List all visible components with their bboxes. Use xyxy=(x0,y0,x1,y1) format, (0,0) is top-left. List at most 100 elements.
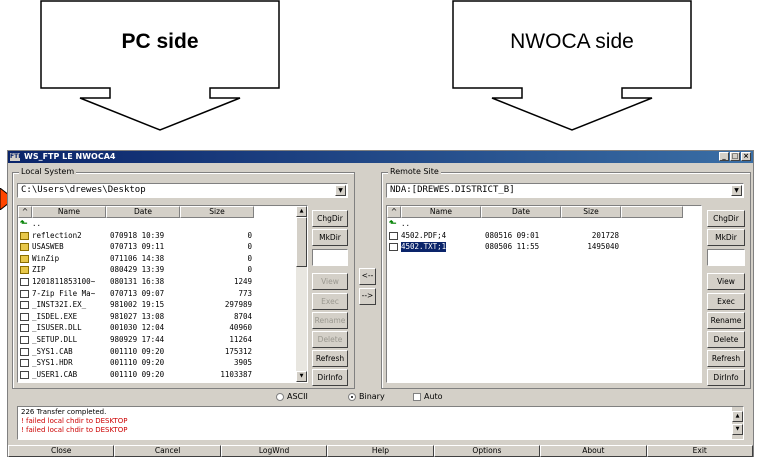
file-date: 070713 09:07 xyxy=(110,288,165,298)
minimize-button[interactable]: _ xyxy=(719,152,729,161)
file-row[interactable]: ⬑.. xyxy=(18,219,296,229)
log-line: 226 Transfer completed. xyxy=(21,408,107,416)
folder-icon xyxy=(20,266,29,275)
help-button[interactable]: Help xyxy=(327,445,434,457)
scroll-down-icon[interactable]: ▼ xyxy=(296,371,307,382)
local-refresh-button[interactable]: Refresh xyxy=(312,350,348,367)
file-name: 4502.TXT;1 xyxy=(401,242,447,253)
chevron-down-icon[interactable]: ▼ xyxy=(731,185,742,196)
file-icon xyxy=(20,324,29,333)
local-exec-button[interactable]: Exec xyxy=(312,293,348,310)
scroll-thumb[interactable] xyxy=(296,217,307,267)
file-row[interactable]: WinZip 071106 14:38 0 xyxy=(18,254,296,264)
file-size: 1249 xyxy=(233,277,252,286)
ws-ftp-window: FTP WS_FTP LE NWOCA4 _ □ × Local System … xyxy=(7,150,754,457)
file-row[interactable]: _INST32I.EX_ 981002 19:15 297989 xyxy=(18,300,296,310)
close-window-button[interactable]: × xyxy=(741,152,751,161)
column-header-sort[interactable]: ^ xyxy=(18,206,32,218)
file-date: 070918 10:39 xyxy=(110,230,165,240)
file-name: .. xyxy=(32,219,42,228)
nwoca-side-label: NWOCA side xyxy=(510,30,634,53)
local-view-button[interactable]: View xyxy=(312,273,348,290)
transfer-to-remote-button[interactable]: --> xyxy=(359,288,376,305)
auto-checkbox[interactable]: Auto xyxy=(413,392,443,401)
remote-mkdir-button[interactable]: MkDir xyxy=(707,229,745,246)
column-header-name[interactable]: Name xyxy=(401,206,481,218)
file-size: 3905 xyxy=(233,358,252,368)
scroll-up-icon[interactable]: ▲ xyxy=(296,206,307,217)
file-row[interactable]: reflection2 070918 10:39 0 xyxy=(18,231,296,241)
file-icon xyxy=(20,347,29,356)
file-row[interactable]: _SETUP.DLL 980929 17:44 11264 xyxy=(18,335,296,345)
transfer-to-local-button[interactable]: <-- xyxy=(359,268,376,285)
file-date: 981002 19:15 xyxy=(110,300,165,310)
remote-view-button[interactable]: View xyxy=(707,273,745,290)
log-line: ! failed local chdir to DESKTOP xyxy=(21,426,128,434)
binary-radio[interactable]: Binary xyxy=(348,392,385,401)
local-scrollbar[interactable]: ▲ ▼ xyxy=(296,206,307,382)
remote-filter-field[interactable] xyxy=(707,249,745,266)
column-header-size[interactable]: Size xyxy=(561,206,621,218)
local-chgdir-button[interactable]: ChgDir xyxy=(312,210,348,227)
down-arrow-callout-shape xyxy=(40,0,280,131)
remote-exec-button[interactable]: Exec xyxy=(707,293,745,310)
logwnd-button[interactable]: LogWnd xyxy=(220,445,328,457)
log-scrollbar[interactable]: ▲ ▼ xyxy=(732,407,743,439)
file-size: 1495040 xyxy=(587,242,619,252)
column-header-sort[interactable]: ^ xyxy=(387,206,401,218)
remote-path-combo[interactable]: NDA:[DREWES.DISTRICT_B] ▼ xyxy=(386,183,744,198)
exit-button[interactable]: Exit xyxy=(646,445,753,457)
file-row[interactable]: 4502.TXT;1 080506 11:55 1495040 xyxy=(387,242,683,253)
local-file-list[interactable]: ^ Name Date Size ⬑.. reflection2 070918 10… xyxy=(17,205,308,383)
radio-circle-icon[interactable] xyxy=(276,392,284,401)
column-header-name[interactable]: Name xyxy=(32,206,106,218)
options-button[interactable]: Options xyxy=(433,445,541,457)
local-rename-button[interactable]: Rename xyxy=(312,312,348,329)
file-row[interactable]: ZIP 080429 13:39 0 xyxy=(18,265,296,275)
chevron-down-icon[interactable]: ▼ xyxy=(335,185,346,196)
local-path-combo[interactable]: C:\Users\drewes\Desktop ▼ xyxy=(17,183,348,198)
file-row[interactable]: USASWEB 070713 09:11 0 xyxy=(18,242,296,252)
file-date: 080506 11:55 xyxy=(485,242,540,252)
file-row[interactable]: _SYS1.CAB 001110 09:20 175312 xyxy=(18,347,296,357)
file-row[interactable]: ⬑.. xyxy=(387,219,683,229)
file-size: 0 xyxy=(247,265,252,275)
close-button[interactable]: Close xyxy=(8,445,115,457)
column-header-date[interactable]: Date xyxy=(106,206,180,218)
file-icon xyxy=(20,301,29,310)
remote-dirinfo-button[interactable]: DirInfo xyxy=(707,369,745,386)
file-row[interactable]: _SYS1.HDR 001110 09:20 3905 xyxy=(18,358,296,368)
ascii-radio[interactable]: ASCII xyxy=(276,392,308,401)
message-log[interactable]: 226 Transfer completed. ! failed local c… xyxy=(17,406,744,440)
local-dirinfo-button[interactable]: DirInfo xyxy=(312,369,348,386)
remote-chgdir-button[interactable]: ChgDir xyxy=(707,210,745,227)
cancel-button[interactable]: Cancel xyxy=(114,445,221,457)
remote-rename-button[interactable]: Rename xyxy=(707,312,745,329)
auto-label: Auto xyxy=(424,392,443,401)
file-row[interactable]: 4502.PDF;4 080516 09:01 201728 xyxy=(387,231,683,241)
checkbox-icon[interactable] xyxy=(413,392,421,401)
remote-refresh-button[interactable]: Refresh xyxy=(707,350,745,367)
scroll-up-icon[interactable]: ▲ xyxy=(732,411,743,422)
file-name: _SETUP.DLL xyxy=(32,335,78,344)
local-filter-field[interactable] xyxy=(312,249,348,266)
file-date: 981027 13:08 xyxy=(110,311,165,321)
local-mkdir-button[interactable]: MkDir xyxy=(312,229,348,246)
remote-delete-button[interactable]: Delete xyxy=(707,331,745,348)
file-size: 1103387 xyxy=(220,369,252,379)
file-row[interactable]: 1201811853100~ 080131 16:38 1249 xyxy=(18,277,296,287)
file-row[interactable]: _ISUSER.DLL 001030 12:04 40960 xyxy=(18,323,296,333)
file-row[interactable]: _ISDEL.EXE 981027 13:08 8704 xyxy=(18,312,296,322)
column-header-size[interactable]: Size xyxy=(180,206,254,218)
file-row[interactable]: _USER1.CAB 001110 09:20 1103387 xyxy=(18,370,296,380)
file-row[interactable]: 7-Zip File Ma~ 070713 09:07 773 xyxy=(18,289,296,299)
radio-circle-icon[interactable] xyxy=(348,392,356,401)
column-header-date[interactable]: Date xyxy=(481,206,561,218)
remote-file-list[interactable]: ^ Name Date Size ⬑.. 4502.PDF;4 080516 09:… xyxy=(386,205,702,383)
scroll-down-icon[interactable]: ▼ xyxy=(732,424,743,435)
remote-path-value: NDA:[DREWES.DISTRICT_B] xyxy=(390,185,515,195)
local-system-group: Local System C:\Users\drewes\Desktop ▼ ^… xyxy=(12,167,355,389)
local-delete-button[interactable]: Delete xyxy=(312,331,348,348)
maximize-button[interactable]: □ xyxy=(730,152,740,161)
about-button[interactable]: About xyxy=(540,445,647,457)
